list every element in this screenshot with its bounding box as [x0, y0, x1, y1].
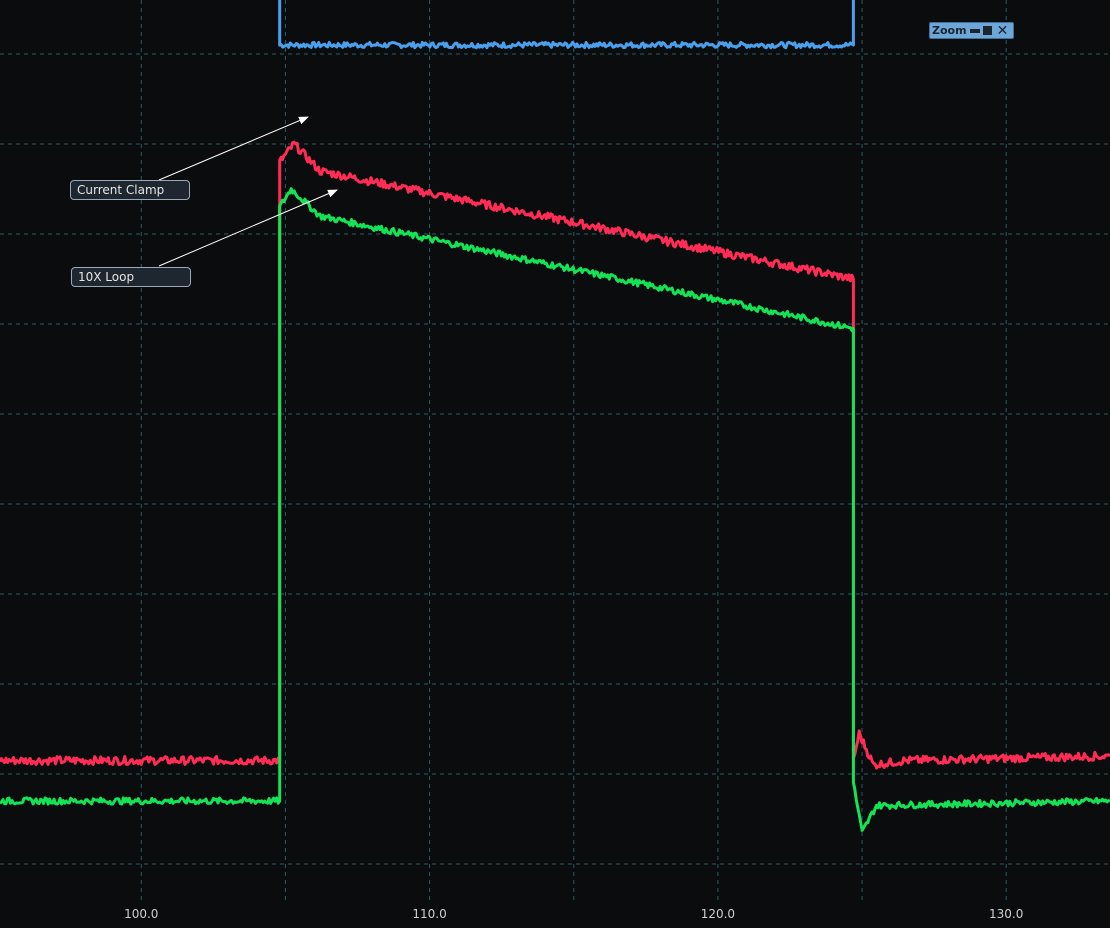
minimize-icon[interactable]	[969, 28, 980, 33]
x-tick-label: 100.0	[124, 907, 158, 921]
zoom-widget[interactable]: Zoom ✕	[929, 22, 1014, 39]
x-tick-label: 110.0	[412, 907, 446, 921]
maximize-icon[interactable]	[982, 26, 992, 35]
waveform-plot[interactable]: 100.0 110.0 120.0 130.0	[0, 0, 1110, 924]
zoom-label: Zoom	[932, 24, 967, 37]
x-tick-label: 120.0	[701, 907, 735, 921]
oscilloscope-view[interactable]: 100.0 110.0 120.0 130.0 Current Clamp 10X L…	[0, 0, 1110, 924]
traces	[0, 0, 1110, 832]
current-clamp-label[interactable]: Current Clamp	[70, 180, 190, 200]
trace-0	[278, 0, 855, 50]
10x-loop-arrow	[158, 189, 338, 267]
grid	[0, 0, 1110, 900]
x-tick-label: 130.0	[989, 907, 1023, 921]
10x-loop-label[interactable]: 10X Loop	[71, 267, 191, 287]
close-icon[interactable]: ✕	[997, 24, 1009, 38]
x-axis-ticks: 100.0 110.0 120.0 130.0	[124, 907, 1023, 921]
trace-1	[0, 140, 1110, 770]
